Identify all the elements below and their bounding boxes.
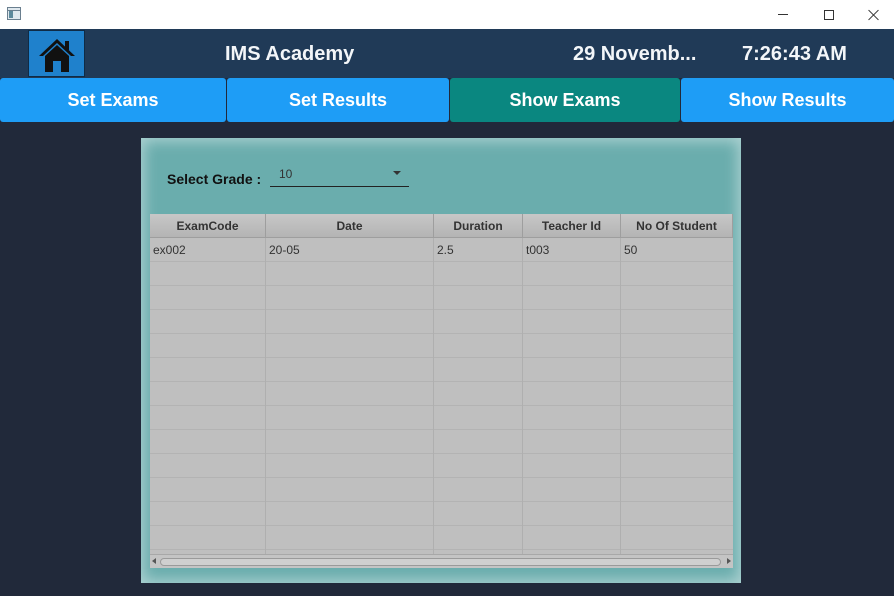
- cell-no-of-student: 50: [624, 243, 638, 257]
- column-divider: [433, 238, 434, 554]
- cell-examcode: ex002: [153, 243, 186, 257]
- time-display: 7:26:43 AM: [742, 43, 847, 65]
- row-divider: [150, 525, 733, 526]
- tab-set-exams[interactable]: Set Exams: [0, 78, 226, 122]
- row-divider: [150, 429, 733, 430]
- row-divider: [150, 453, 733, 454]
- maximize-button[interactable]: [806, 0, 852, 29]
- row-divider: [150, 501, 733, 502]
- column-divider: [620, 238, 621, 554]
- chevron-down-icon: [393, 171, 401, 175]
- column-header-date[interactable]: Date: [266, 214, 434, 238]
- row-divider: [150, 309, 733, 310]
- minimize-button[interactable]: [760, 0, 806, 29]
- grade-label: Select Grade :: [167, 171, 262, 187]
- column-header-teacher-id[interactable]: Teacher Id: [523, 214, 621, 238]
- row-divider: [150, 261, 733, 262]
- close-button[interactable]: [851, 0, 894, 29]
- row-divider: [150, 357, 733, 358]
- column-header-examcode[interactable]: ExamCode: [150, 214, 266, 238]
- row-divider: [150, 549, 733, 550]
- table-header: ExamCode Date Duration Teacher Id No Of …: [150, 214, 733, 238]
- minimize-icon: [778, 14, 788, 15]
- scroll-left-icon[interactable]: [152, 558, 156, 564]
- scroll-thumb[interactable]: [160, 558, 721, 566]
- app-icon: [7, 7, 21, 20]
- nav-bar: Set Exams Set Results Show Exams Show Re…: [0, 78, 894, 122]
- close-icon: [868, 9, 880, 21]
- cell-teacher-id: t003: [526, 243, 550, 257]
- date-display: 29 Novemb...: [573, 43, 697, 65]
- exams-table[interactable]: ExamCode Date Duration Teacher Id No Of …: [150, 214, 733, 568]
- column-divider: [265, 238, 266, 554]
- tab-set-results[interactable]: Set Results: [227, 78, 449, 122]
- maximize-icon: [824, 9, 834, 20]
- horizontal-scrollbar[interactable]: [150, 554, 733, 568]
- tab-show-exams[interactable]: Show Exams: [450, 78, 680, 122]
- row-divider: [150, 405, 733, 406]
- table-body: ex002 20-05 2.5 t003 50: [150, 238, 733, 554]
- column-divider: [522, 238, 523, 554]
- cell-date: 20-05: [269, 243, 300, 257]
- column-header-duration[interactable]: Duration: [434, 214, 523, 238]
- home-icon: [39, 39, 75, 72]
- column-header-no-of-student[interactable]: No Of Student: [621, 214, 733, 238]
- home-button[interactable]: [28, 30, 85, 77]
- row-divider: [150, 477, 733, 478]
- window-titlebar: [0, 0, 894, 29]
- grade-select[interactable]: 10: [270, 163, 409, 187]
- scroll-right-icon[interactable]: [727, 558, 731, 564]
- grade-value: 10: [279, 167, 293, 181]
- row-divider: [150, 333, 733, 334]
- cell-duration: 2.5: [437, 243, 454, 257]
- tab-show-results[interactable]: Show Results: [681, 78, 894, 122]
- app-title: IMS Academy: [225, 43, 355, 65]
- row-divider: [150, 381, 733, 382]
- row-divider: [150, 285, 733, 286]
